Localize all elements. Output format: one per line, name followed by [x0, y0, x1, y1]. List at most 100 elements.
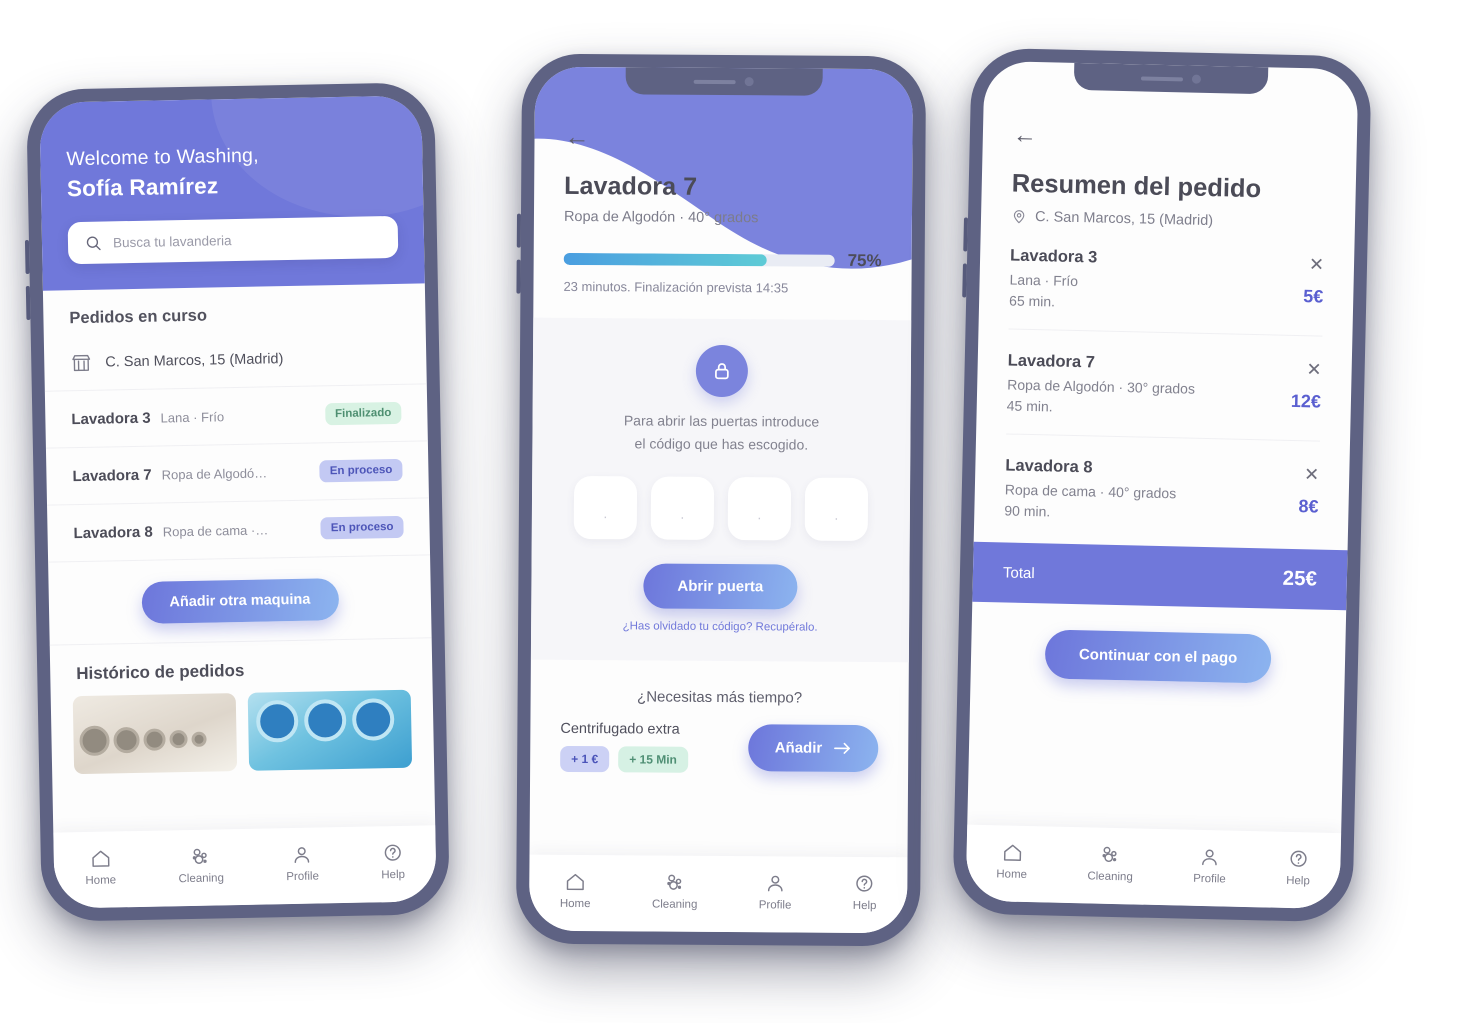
summary-machine: Lavadora 7 [1007, 351, 1096, 372]
nav-item-home[interactable]: Home [996, 841, 1028, 881]
nav-item-help[interactable]: Help [852, 872, 877, 912]
close-icon[interactable]: ✕ [1309, 254, 1325, 274]
summary-desc: Ropa de Algodón · 30° grados [1007, 376, 1196, 397]
close-icon[interactable]: ✕ [1304, 464, 1320, 484]
progress-fill [563, 252, 767, 267]
bubbles-icon [1102, 846, 1117, 862]
status-badge: En proceso [319, 458, 403, 483]
store-icon [72, 354, 91, 372]
volume-up-button[interactable] [24, 239, 30, 275]
nav-item-cleaning[interactable]: Cleaning [178, 845, 224, 885]
pay-button-container: Continuar con el pago [970, 602, 1346, 711]
nav-item-profile[interactable]: Profile [759, 872, 792, 911]
summary-price: 12€ [1290, 390, 1322, 412]
summary-price: 5€ [1303, 286, 1324, 307]
nav-label: Profile [1193, 872, 1226, 886]
laundry-address-row[interactable]: C. San Marcos, 15 (Madrid) [43, 336, 427, 392]
orders-section-title: Pedidos en curso [69, 306, 208, 328]
add-extra-button[interactable]: Añadir [748, 724, 879, 773]
person-icon [767, 875, 783, 892]
add-extra-label: Añadir [774, 739, 823, 757]
table-row[interactable]: Lavadora 7 Ropa de Algodó… En proceso [45, 441, 429, 506]
volume-down-button[interactable] [25, 285, 31, 321]
extra-spin-chips: + 1 € + 15 Min [560, 745, 735, 773]
add-machine-button[interactable]: Añadir otra maquina [141, 578, 339, 624]
summary-item-actions: ✕ 12€ [1290, 358, 1322, 421]
door-code-panel: Para abrir las puertas introduce el códi… [530, 317, 912, 663]
status-badge: Finalizado [324, 401, 402, 426]
volume-up-button[interactable] [516, 213, 521, 248]
progress-note: 23 minutos. Finalización prevista 14:35 [563, 278, 789, 296]
total-label: Total [1002, 563, 1035, 582]
phone-order-summary: ← Resumen del pedido C. San Marcos, 15 (… [952, 47, 1372, 923]
nav-item-cleaning[interactable]: Cleaning [652, 871, 698, 910]
summary-item-info: Lavadora 3 Lana · Frío 65 min. [1009, 246, 1304, 315]
history-thumbnail-laundromat[interactable] [72, 693, 238, 775]
list-item: Lavadora 3 Lana · Frío 65 min. ✕ 5€ [1008, 224, 1325, 337]
mockup-stage: Welcome to Washing, Sofía Ramírez Busca … [0, 0, 1462, 1023]
order-desc: Ropa de Algodó… [161, 464, 268, 482]
nav-item-help[interactable]: Help [1286, 847, 1311, 887]
search-icon [86, 236, 101, 250]
nav-item-profile[interactable]: Profile [1193, 845, 1226, 885]
nav-label: Help [1286, 874, 1310, 887]
nav-item-home[interactable]: Home [560, 870, 591, 910]
order-machine: Lavadora 3 [71, 409, 151, 428]
volume-up-button[interactable] [963, 217, 969, 252]
add-machine-container: Añadir otra maquina [48, 555, 432, 646]
order-desc: Lana · Frío [160, 408, 225, 425]
search-bar[interactable]: Busca tu lavanderia [67, 215, 399, 265]
code-digit-input[interactable]: · [573, 475, 638, 540]
open-door-button[interactable]: Abrir puerta [643, 563, 798, 610]
bottom-nav: Home Cleaning Profile Help [965, 824, 1342, 910]
history-title: Histórico de pedidos [76, 660, 245, 684]
more-time-heading: ¿Necesitas más tiempo? [637, 688, 803, 707]
code-digit-input[interactable]: · [804, 477, 869, 542]
table-row[interactable]: Lavadora 8 Ropa de cama ·… En proceso [47, 498, 431, 563]
home-icon [1003, 844, 1021, 861]
volume-down-button[interactable] [962, 263, 967, 298]
continue-payment-button[interactable]: Continuar con el pago [1044, 629, 1272, 684]
nav-label: Profile [286, 870, 320, 883]
location-pin-icon [1013, 210, 1025, 224]
code-digit-input[interactable]: · [650, 476, 715, 540]
phone-notch [1073, 62, 1269, 95]
front-camera [744, 77, 754, 87]
lock-icon [715, 363, 729, 380]
total-value: 25€ [1282, 566, 1318, 591]
chip-time: + 15 Min [618, 746, 688, 773]
nav-label: Help [852, 899, 877, 912]
speaker-slit [1141, 75, 1184, 81]
summary-duration: 65 min. [1008, 292, 1056, 310]
page-title: Lavadora 7 [564, 171, 698, 201]
code-digit-input[interactable]: · [727, 477, 792, 541]
order-desc: Ropa de cama ·… [162, 521, 269, 539]
machine-detail-body: ← Lavadora 7 Ropa de Algodón · 40° grado… [533, 67, 913, 297]
phone-notch [625, 67, 823, 96]
table-row[interactable]: Lavadora 3 Lana · Frío Finalizado [44, 384, 428, 449]
chip-price: + 1 € [560, 745, 610, 773]
recover-code-link[interactable]: ¿Has olvidado tu código? Recupéralo. [561, 620, 879, 634]
screen-home: Welcome to Washing, Sofía Ramírez Busca … [39, 95, 437, 909]
history-thumbnails [51, 689, 434, 775]
nav-item-help[interactable]: Help [381, 841, 405, 881]
close-icon[interactable]: ✕ [1306, 359, 1322, 379]
person-icon [294, 846, 310, 863]
phone-home-screen: Welcome to Washing, Sofía Ramírez Busca … [24, 82, 450, 922]
nav-item-profile[interactable]: Profile [286, 843, 319, 883]
question-circle-icon [1290, 850, 1307, 867]
home-icon [91, 850, 110, 867]
front-camera [1192, 74, 1202, 84]
nav-label: Profile [758, 898, 792, 912]
nav-item-home[interactable]: Home [85, 847, 116, 886]
volume-down-button[interactable] [516, 259, 521, 294]
progress-row: 75% [563, 249, 882, 271]
history-thumbnail-machines[interactable] [247, 689, 413, 771]
page-title: Resumen del pedido [1011, 169, 1262, 204]
order-machine: Lavadora 8 [73, 523, 153, 542]
nav-item-cleaning[interactable]: Cleaning [1087, 843, 1133, 883]
lock-instruction-line2: el código que has escogido. [634, 435, 809, 453]
summary-machine: Lavadora 8 [1005, 456, 1093, 477]
orders-list: Lavadora 3 Lana · Frío Finalizado Lavado… [44, 384, 431, 563]
summary-desc: Lana · Frío [1009, 271, 1079, 290]
